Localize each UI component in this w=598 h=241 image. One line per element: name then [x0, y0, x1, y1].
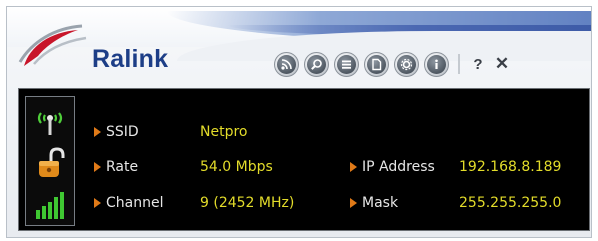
rss-button[interactable]: [274, 51, 299, 77]
profile-list-button[interactable]: [334, 51, 359, 77]
list-icon: [342, 60, 351, 69]
search-icon: [311, 58, 322, 70]
ssid-value: Netpro: [200, 124, 248, 140]
toolbar-divider: [458, 54, 460, 74]
unlocked-icon: [39, 147, 65, 177]
ssid-row: SSID: [94, 122, 139, 142]
bullet-icon: [350, 198, 357, 208]
bullet-icon: [94, 127, 101, 137]
info-button[interactable]: [424, 51, 449, 77]
rss-icon: [281, 58, 292, 70]
rate-value: 54.0 Mbps: [200, 159, 273, 175]
ip-address-row: IP Address: [350, 157, 435, 177]
channel-label: Channel: [106, 195, 164, 211]
toolbar: ? ✕: [274, 49, 512, 79]
channel-value: 9 (2452 MHz): [200, 195, 295, 211]
status-indicators: [25, 96, 75, 226]
document-button[interactable]: [364, 51, 389, 77]
bullet-icon: [94, 162, 101, 172]
channel-row: Channel: [94, 193, 163, 213]
ssid-label: SSID: [106, 124, 139, 140]
search-button[interactable]: [304, 51, 329, 77]
settings-icon: [400, 58, 413, 70]
ralink-logo: Ralink: [16, 20, 186, 75]
signal-strength-icon: [36, 192, 64, 219]
document-icon: [372, 58, 382, 70]
bullet-icon: [350, 162, 357, 172]
brand-name: Ralink: [92, 45, 169, 73]
mask-value: 255.255.255.0: [459, 195, 562, 211]
bullet-icon: [94, 198, 101, 208]
rate-row: Rate: [94, 157, 138, 177]
ralink-swoosh-logo-icon: [18, 24, 87, 66]
settings-button[interactable]: [394, 51, 419, 77]
rate-label: Rate: [106, 159, 139, 175]
help-button[interactable]: ?: [468, 56, 488, 73]
antenna-icon: [37, 112, 63, 135]
info-icon: [435, 59, 438, 69]
close-button[interactable]: ✕: [492, 54, 512, 74]
status-panel: SSID Netpro Rate 54.0 Mbps IP Address 19…: [18, 88, 590, 231]
ip-address-label: IP Address: [362, 159, 435, 175]
mask-label: Mask: [362, 195, 399, 211]
mask-row: Mask: [350, 193, 398, 213]
ip-address-value: 192.168.8.189: [459, 159, 562, 175]
